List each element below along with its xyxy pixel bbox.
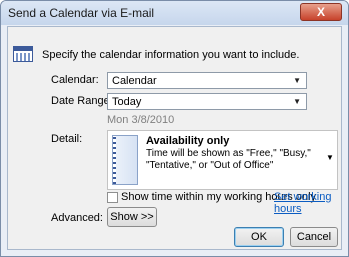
- dialog-window: Send a Calendar via E-mail X Specify the…: [0, 0, 349, 257]
- advanced-show-button[interactable]: Show >>: [107, 207, 157, 227]
- chevron-down-icon: ▼: [293, 97, 301, 106]
- advanced-label: Advanced:: [51, 212, 103, 224]
- date-range-select[interactable]: Today ▼: [107, 93, 307, 110]
- date-range-select-value: Today: [112, 96, 142, 108]
- cancel-button[interactable]: Cancel: [290, 227, 338, 247]
- calendar-label: Calendar:: [51, 74, 99, 86]
- close-icon: X: [316, 5, 325, 19]
- dialog-body: Specify the calendar information you wan…: [7, 26, 342, 250]
- date-text: Mon 3/8/2010: [107, 114, 175, 126]
- detail-description: Time will be shown as "Free," "Busy," "T…: [146, 148, 311, 171]
- calendar-page-icon: [112, 135, 138, 185]
- calendar-icon: [13, 46, 33, 62]
- intro-text: Specify the calendar information you wan…: [42, 49, 300, 61]
- chevron-down-icon: ▼: [326, 153, 334, 162]
- working-hours-checkbox[interactable]: [107, 192, 118, 203]
- set-working-hours-link[interactable]: Set working hours: [274, 191, 341, 215]
- detail-title: Availability only: [146, 135, 230, 147]
- ok-button[interactable]: OK: [234, 227, 284, 247]
- close-button[interactable]: X: [300, 3, 342, 21]
- date-range-label: Date Range:: [51, 95, 113, 107]
- title-bar[interactable]: Send a Calendar via E-mail X: [1, 1, 348, 25]
- detail-select[interactable]: Availability only Time will be shown as …: [107, 130, 338, 190]
- detail-label: Detail:: [51, 133, 83, 145]
- calendar-select-value: Calendar: [112, 75, 157, 87]
- calendar-select[interactable]: Calendar ▼: [107, 72, 307, 89]
- chevron-down-icon: ▼: [293, 76, 301, 85]
- window-title: Send a Calendar via E-mail: [8, 6, 155, 20]
